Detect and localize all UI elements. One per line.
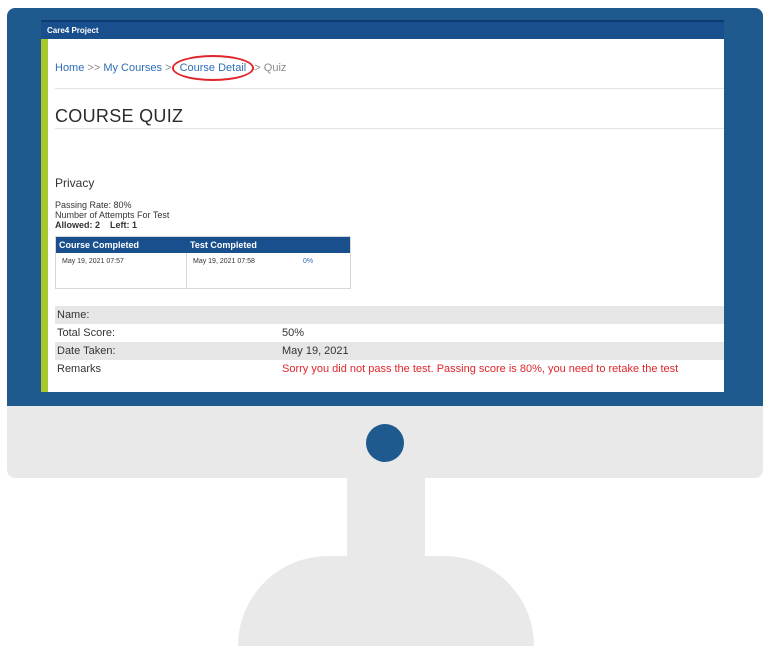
result-row-date-taken: Date Taken: May 19, 2021 — [55, 342, 724, 360]
breadcrumb-separator: > — [254, 62, 261, 74]
test-percent: 0% — [303, 258, 314, 265]
total-score-label: Total Score: — [57, 327, 116, 339]
date-taken-label: Date Taken: — [57, 345, 116, 357]
remarks-label: Remarks — [57, 363, 102, 375]
app-header: Care4 Project — [41, 20, 724, 39]
divider — [55, 88, 724, 89]
breadcrumb-home[interactable]: Home — [55, 62, 84, 74]
breadcrumb-current: Quiz — [263, 62, 287, 74]
attempts-allowed: Allowed: 2 — [55, 220, 101, 230]
total-score-value: 50% — [282, 327, 305, 339]
monitor-stand-neck — [347, 478, 425, 558]
course-completed-date: May 19, 2021 07:57 — [62, 258, 124, 265]
screen: Care4 Project Home >> My Courses > Cours… — [41, 20, 724, 392]
quiz-meta: Passing Rate: 80% Number of Attempts For… — [55, 200, 169, 230]
test-completed-date: May 19, 2021 07:58 — [186, 253, 297, 288]
header-test-completed: Test Completed — [190, 240, 257, 250]
breadcrumb-my-courses[interactable]: My Courses — [103, 62, 162, 74]
status-table: Course Completed Test Completed May 19, … — [55, 236, 351, 289]
result-row-remarks: Remarks Sorry you did not pass the test.… — [55, 360, 724, 378]
header-course-completed: Course Completed — [59, 240, 140, 250]
result-row-total-score: Total Score: 50% — [55, 324, 724, 342]
name-label: Name: — [57, 309, 90, 321]
quiz-name: Privacy — [55, 176, 95, 190]
page-title: COURSE QUIZ — [55, 106, 184, 126]
breadcrumb-separator: > — [165, 62, 172, 74]
monitor-stand-base — [238, 556, 534, 646]
power-button-icon — [366, 424, 404, 462]
passing-rate: Passing Rate: 80% — [55, 200, 132, 210]
remarks-value: Sorry you did not pass the test. Passing… — [282, 363, 679, 375]
attempts-left: Left: 1 — [110, 220, 138, 230]
result-row-name: Name: — [55, 306, 724, 324]
breadcrumb-highlight-circle: Course Detail — [171, 55, 255, 81]
status-table-row: May 19, 2021 07:57 May 19, 2021 07:58 0% — [56, 253, 350, 288]
attempts-label: Number of Attempts For Test — [55, 210, 170, 220]
breadcrumb-course-detail[interactable]: Course Detail — [180, 62, 247, 74]
app-title: Care4 Project — [47, 26, 99, 35]
attempts-count: Allowed: 2 Left: 1 — [55, 220, 169, 230]
status-table-header: Course Completed Test Completed — [56, 237, 350, 253]
date-taken-value: May 19, 2021 — [282, 345, 349, 357]
breadcrumb-separator: >> — [87, 62, 101, 74]
divider — [55, 128, 724, 129]
breadcrumb: Home >> My Courses > Course Detail > Qui… — [55, 55, 287, 81]
